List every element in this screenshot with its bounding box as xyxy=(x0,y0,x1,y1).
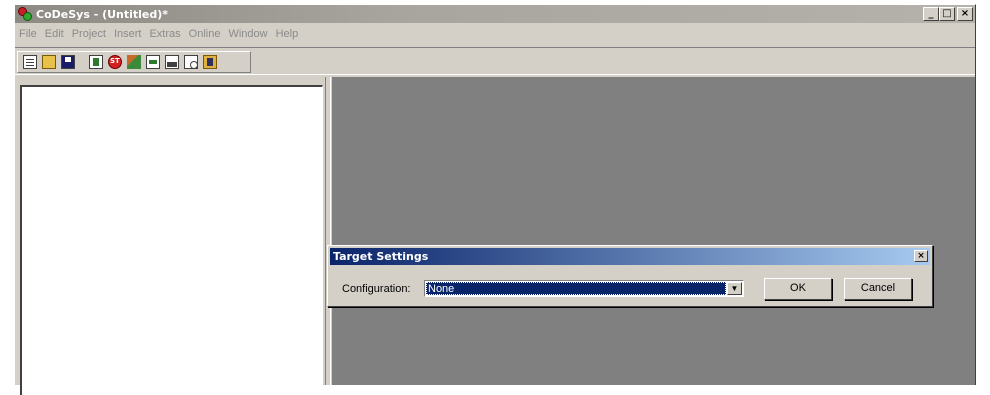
help-button[interactable] xyxy=(201,53,219,71)
print-preview-button[interactable] xyxy=(182,53,200,71)
object-organizer-panel[interactable] xyxy=(20,85,323,395)
new-icon xyxy=(23,55,37,69)
login-icon xyxy=(89,55,103,69)
menu-window[interactable]: Window xyxy=(224,28,271,40)
single-cycle-icon xyxy=(146,55,160,69)
target-settings-dialog: Target Settings × Configuration: None ▼ … xyxy=(327,245,933,307)
dialog-close-button[interactable]: × xyxy=(914,250,928,262)
stop-icon xyxy=(108,55,122,69)
save-icon xyxy=(61,55,75,69)
menu-extras[interactable]: Extras xyxy=(145,28,184,40)
close-button[interactable]: × xyxy=(957,7,973,21)
client-area xyxy=(15,77,975,395)
print-button[interactable] xyxy=(163,53,181,71)
menu-file[interactable]: File xyxy=(15,28,41,40)
dropdown-arrow-icon[interactable]: ▼ xyxy=(727,282,742,295)
run-button[interactable] xyxy=(125,53,143,71)
open-icon xyxy=(42,55,56,69)
cancel-button[interactable]: Cancel xyxy=(844,278,912,300)
configuration-dropdown[interactable]: None ▼ xyxy=(424,280,744,297)
menu-bar: File Edit Project Insert Extras Online W… xyxy=(15,25,302,43)
window-controls: _ □ × xyxy=(923,7,973,21)
menu-help[interactable]: Help xyxy=(272,28,303,40)
stop-button[interactable] xyxy=(106,53,124,71)
open-button[interactable] xyxy=(40,53,58,71)
title-bar[interactable]: CoDeSys - (Untitled)* _ □ × xyxy=(15,5,975,23)
app-window: CoDeSys - (Untitled)* _ □ × File Edit Pr… xyxy=(14,4,976,395)
codesys-logo-icon xyxy=(17,6,33,22)
single-cycle-button[interactable] xyxy=(144,53,162,71)
configuration-label: Configuration: xyxy=(342,283,411,295)
menu-online[interactable]: Online xyxy=(185,28,225,40)
print-icon xyxy=(165,55,179,69)
print-preview-icon xyxy=(184,55,198,69)
mdi-workspace xyxy=(332,77,975,385)
login-button[interactable] xyxy=(87,53,105,71)
help-icon xyxy=(203,55,217,69)
panel-splitter[interactable] xyxy=(325,77,331,385)
run-icon xyxy=(127,55,141,69)
ok-button[interactable]: OK xyxy=(764,278,832,300)
new-button[interactable] xyxy=(21,53,39,71)
menu-edit[interactable]: Edit xyxy=(41,28,68,40)
save-button[interactable] xyxy=(59,53,77,71)
maximize-button[interactable]: □ xyxy=(939,7,955,21)
menu-project[interactable]: Project xyxy=(68,28,110,40)
menu-insert[interactable]: Insert xyxy=(110,28,146,40)
dialog-title: Target Settings xyxy=(333,250,429,263)
window-title: CoDeSys - (Untitled)* xyxy=(36,7,169,21)
minimize-button[interactable]: _ xyxy=(923,7,939,21)
main-toolbar xyxy=(17,51,251,73)
dialog-title-bar[interactable]: Target Settings × xyxy=(330,248,930,265)
toolbar-row xyxy=(15,47,975,75)
configuration-value[interactable]: None xyxy=(426,282,726,295)
